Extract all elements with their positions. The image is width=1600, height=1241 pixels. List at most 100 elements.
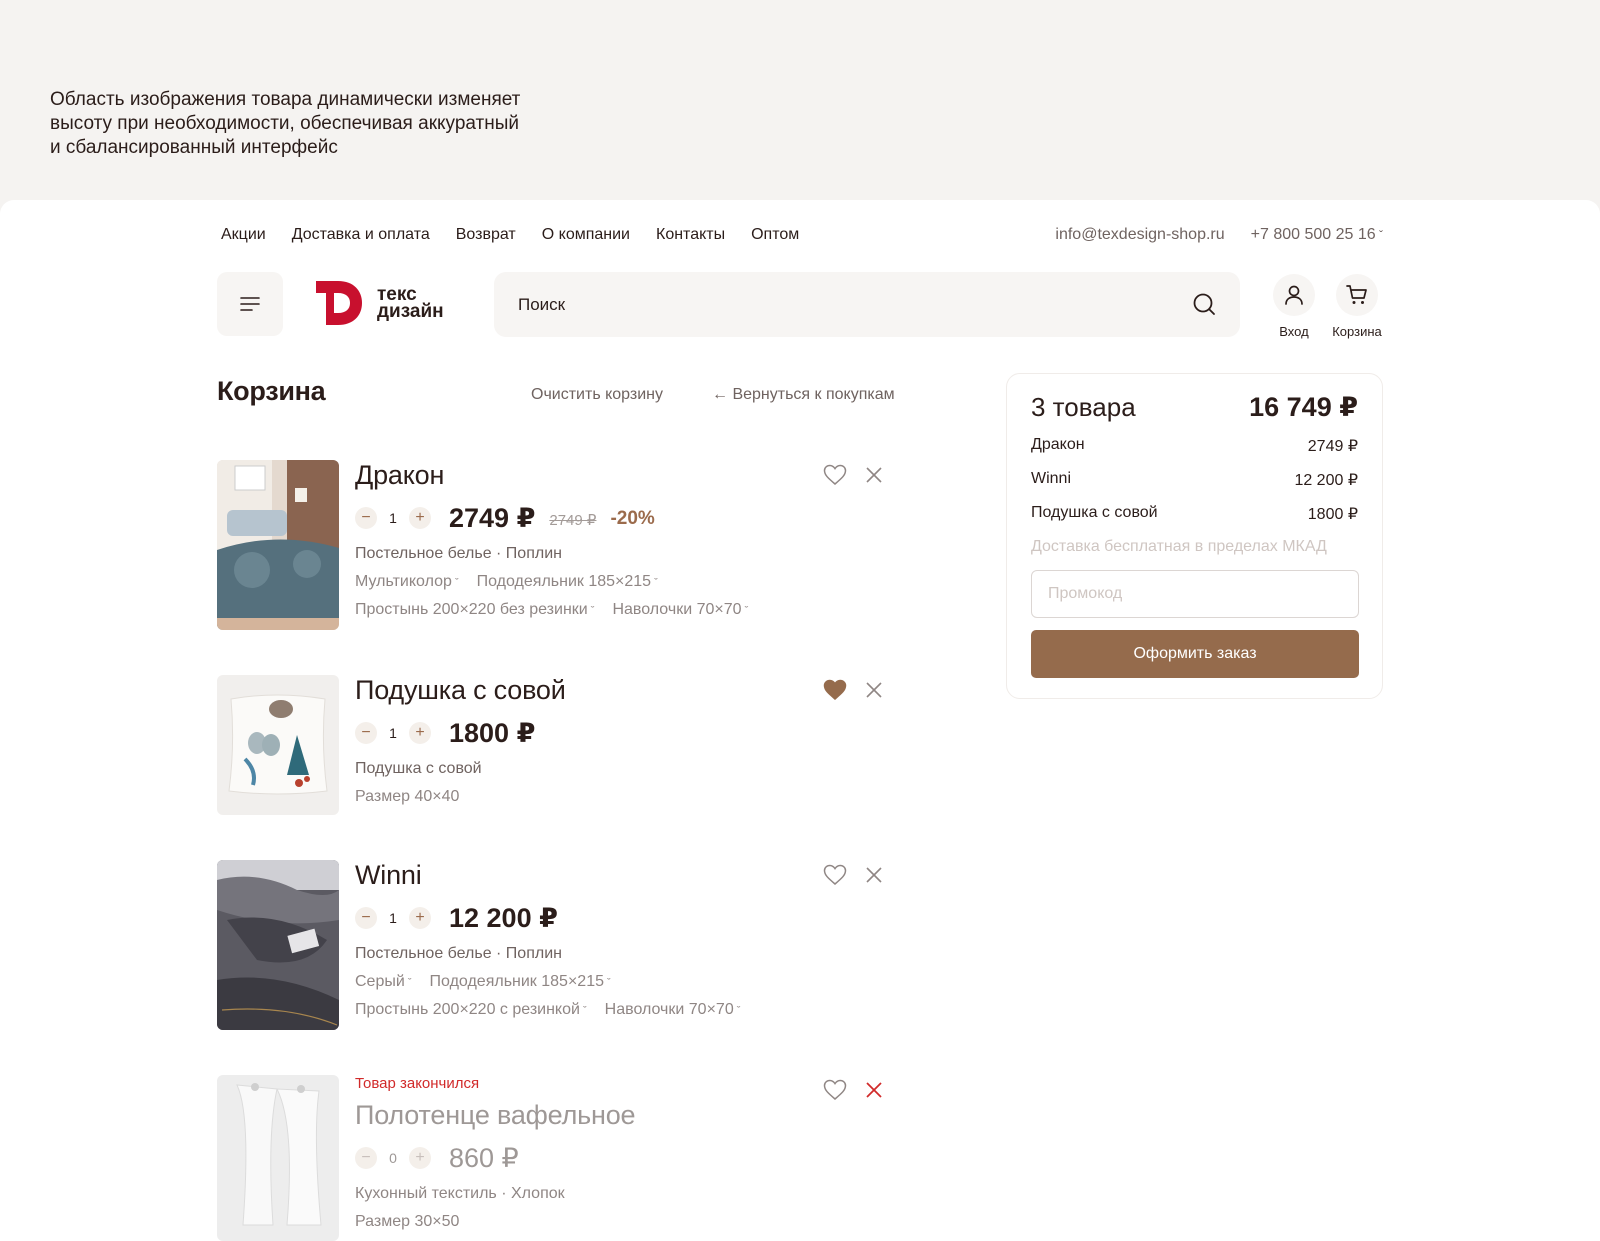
nav-link-promo[interactable]: Акции	[221, 226, 266, 244]
product-image-winni[interactable]	[217, 860, 339, 1030]
note-line: Область изображения товара динамически и…	[50, 89, 521, 110]
login-label: Вход	[1279, 324, 1309, 339]
logo-text: дизайн	[377, 301, 444, 322]
price-row: − 0 + 860 ₽	[355, 1141, 855, 1175]
price-row: − 1 + 2749 ₽ 2749 ₽ -20%	[355, 501, 855, 535]
item-size: Размер 30×50	[355, 1213, 460, 1230]
checkout-button[interactable]: Оформить заказ	[1031, 630, 1359, 678]
cart-label: Корзина	[1332, 324, 1382, 339]
decrease-button[interactable]: −	[355, 507, 377, 529]
item-options: Серый Пододеяльник 185×215	[355, 973, 855, 991]
heart-filled-icon[interactable]	[823, 679, 847, 701]
product-image-towel[interactable]	[217, 1075, 339, 1241]
item-price: 860 ₽	[449, 1142, 519, 1173]
product-image-dragon[interactable]	[217, 460, 339, 630]
nav-link-returns[interactable]: Возврат	[456, 226, 516, 244]
item-info: Дракон − 1 + 2749 ₽ 2749 ₽ -20% Постельн…	[355, 460, 855, 619]
summary-item-name: Дракон	[1031, 436, 1085, 453]
product-image-owl-pillow[interactable]	[217, 675, 339, 815]
increase-button[interactable]: +	[409, 1147, 431, 1169]
search-icon[interactable]	[1192, 292, 1216, 316]
menu-button[interactable]	[217, 272, 283, 336]
option-duvet-dropdown[interactable]: Пододеяльник 185×215	[477, 573, 658, 591]
item-info: Подушка с совой − 1 + 1800 ₽ Подушка с с…	[355, 675, 855, 806]
item-options: Простынь 200×220 с резинкой Наволочки 70…	[355, 1001, 855, 1019]
price-row: − 1 + 1800 ₽	[355, 716, 855, 750]
item-options: Размер 30×50	[355, 1213, 855, 1231]
nav-link-contacts[interactable]: Контакты	[656, 226, 725, 244]
menu-icon	[240, 297, 260, 311]
item-category: Подушка с совой	[355, 760, 482, 777]
cart-item: Дракон − 1 + 2749 ₽ 2749 ₽ -20% Постельн…	[217, 460, 907, 630]
item-name[interactable]: Полотенце вафельное	[355, 1100, 855, 1131]
cart-button[interactable]: Корзина	[1327, 274, 1387, 339]
order-summary: 3 товара 16 749 ₽ Дракон 2749 ₽ Winni 12…	[1006, 373, 1383, 699]
page-title: Корзина	[217, 376, 326, 406]
summary-item-name: Winni	[1031, 470, 1072, 487]
summary-line: Дракон 2749 ₽	[1031, 436, 1358, 470]
item-price: 12 200 ₽	[449, 902, 558, 933]
cart-item-sold-out: Товар закончился Полотенце вафельное − 0…	[217, 1075, 907, 1241]
summary-item-price: 2749 ₽	[1307, 438, 1358, 455]
option-color-dropdown[interactable]: Серый	[355, 973, 412, 991]
item-actions	[823, 864, 883, 886]
cart-item: Winni − 1 + 12 200 ₽ Постельное белье · …	[217, 860, 907, 1030]
summary-lines: Дракон 2749 ₽ Winni 12 200 ₽ Подушка с с…	[1031, 436, 1358, 538]
summary-item-name: Подушка с совой	[1031, 504, 1158, 521]
logo[interactable]: текс дизайн	[314, 279, 459, 327]
nav-link-delivery[interactable]: Доставка и оплата	[292, 226, 430, 244]
close-icon[interactable]	[865, 1081, 883, 1099]
quantity-value: 0	[389, 1150, 397, 1166]
login-icon-wrap	[1273, 274, 1315, 316]
summary-line: Подушка с совой 1800 ₽	[1031, 504, 1358, 538]
login-button[interactable]: Вход	[1264, 274, 1324, 339]
decrease-button[interactable]: −	[355, 1147, 377, 1169]
item-info: Товар закончился Полотенце вафельное − 0…	[355, 1075, 855, 1231]
top-nav: Акции Доставка и оплата Возврат О компан…	[221, 226, 799, 244]
email-link[interactable]: info@texdesign-shop.ru	[1055, 226, 1224, 244]
item-name[interactable]: Winni	[355, 860, 855, 891]
nav-link-wholesale[interactable]: Оптом	[751, 226, 799, 244]
item-price: 1800 ₽	[449, 717, 536, 748]
increase-button[interactable]: +	[409, 507, 431, 529]
search-bar	[494, 272, 1240, 337]
decrease-button[interactable]: −	[355, 722, 377, 744]
note-line: и сбалансированный интерфейс	[50, 137, 338, 158]
option-pillowcase-dropdown[interactable]: Наволочки 70×70	[605, 1001, 741, 1019]
clear-cart-link[interactable]: Очистить корзину	[531, 386, 663, 404]
option-pillowcase-dropdown[interactable]: Наволочки 70×70	[612, 601, 748, 619]
sold-out-label: Товар закончился	[355, 1075, 480, 1092]
option-duvet-dropdown[interactable]: Пододеяльник 185×215	[430, 973, 611, 991]
option-sheet-dropdown[interactable]: Простынь 200×220 без резинки	[355, 601, 594, 619]
item-actions	[823, 1079, 883, 1101]
decrease-button[interactable]: −	[355, 907, 377, 929]
item-category: Постельное белье · Поплин	[355, 545, 562, 562]
option-color-dropdown[interactable]: Мультиколор	[355, 573, 459, 591]
item-actions	[823, 679, 883, 701]
heart-icon[interactable]	[823, 1079, 847, 1101]
nav-link-about[interactable]: О компании	[542, 226, 630, 244]
increase-button[interactable]: +	[409, 907, 431, 929]
back-to-shopping-link[interactable]: ← Вернуться к покупкам	[712, 386, 895, 404]
user-icon	[1285, 285, 1303, 305]
heart-icon[interactable]	[823, 464, 847, 486]
cart-item: Подушка с совой − 1 + 1800 ₽ Подушка с с…	[217, 675, 907, 815]
item-name[interactable]: Подушка с совой	[355, 675, 855, 706]
item-name[interactable]: Дракон	[355, 460, 855, 491]
search-input[interactable]	[518, 272, 1158, 337]
total-price: 16 749 ₽	[1249, 392, 1358, 422]
item-options: Простынь 200×220 без резинки Наволочки 7…	[355, 601, 855, 619]
close-icon[interactable]	[865, 681, 883, 699]
heart-icon[interactable]	[823, 864, 847, 886]
note-line: высоту при необходимости, обеспечивая ак…	[50, 113, 519, 134]
close-icon[interactable]	[865, 866, 883, 884]
summary-line: Winni 12 200 ₽	[1031, 470, 1358, 504]
promo-code-input[interactable]	[1031, 570, 1359, 618]
items-count: 3 товара	[1031, 392, 1136, 422]
option-sheet-dropdown[interactable]: Простынь 200×220 с резинкой	[355, 1001, 587, 1019]
close-icon[interactable]	[865, 466, 883, 484]
quantity-value: 1	[389, 910, 397, 926]
summary-header: 3 товара 16 749 ₽	[1031, 392, 1358, 423]
phone-dropdown[interactable]: +7 800 500 25 16	[1251, 226, 1383, 244]
increase-button[interactable]: +	[409, 722, 431, 744]
